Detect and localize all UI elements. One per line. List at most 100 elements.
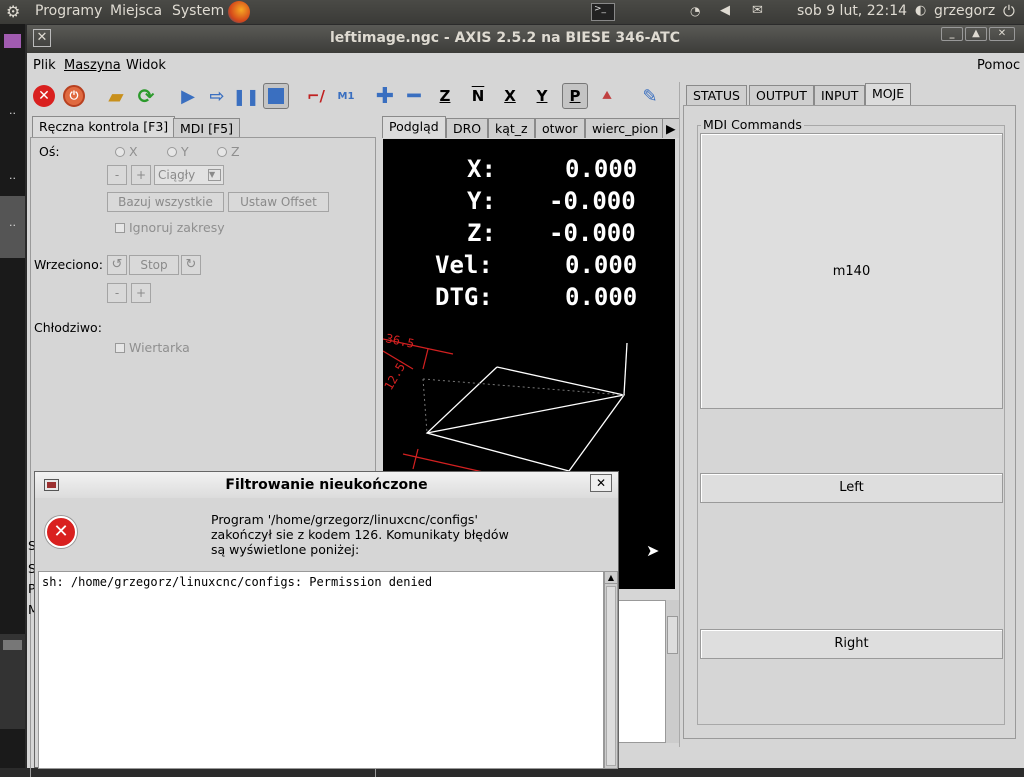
menu-applications[interactable]: Programy [35, 3, 102, 19]
mdi-left-button[interactable]: Left [700, 473, 1003, 503]
window-titlebar[interactable]: ✕ leftimage.ngc - AXIS 2.5.2 na BIESE 34… [27, 25, 1024, 53]
firefox-icon[interactable] [228, 1, 250, 23]
zoom-out-icon[interactable]: ━ [401, 83, 427, 109]
user-name[interactable]: grzegorz [934, 3, 995, 19]
zoom-in-icon[interactable]: ✚ [372, 83, 398, 109]
spindle-faster-button[interactable]: + [131, 283, 151, 303]
tab-status[interactable]: STATUS [686, 85, 747, 105]
mdi-m140-button[interactable]: m140 [700, 133, 1003, 409]
ubuntu-logo-icon[interactable]: ⚙ [6, 2, 20, 21]
tab-mdi[interactable]: MDI [F5] [173, 118, 240, 138]
extents-lines [422, 378, 625, 434]
clear-backplot-icon[interactable]: ✎ [637, 83, 663, 109]
axis-radio-x[interactable]: X [115, 144, 138, 159]
tab-otwor[interactable]: otwor [535, 118, 585, 138]
launcher-item[interactable]: .. [0, 84, 25, 144]
coolant-label: Chłodziwo: [34, 320, 102, 335]
tab-kat-z[interactable]: kąt_z [488, 118, 535, 138]
launcher-item[interactable] [0, 634, 25, 729]
launcher-app-icon[interactable] [0, 30, 25, 54]
jog-plus-button[interactable]: + [131, 165, 151, 185]
mist-checkbox[interactable]: Wiertarka [115, 340, 190, 355]
block-delete-icon[interactable]: ⌐/ [303, 83, 329, 109]
dialog-menu-icon[interactable] [44, 479, 59, 491]
view-y-icon[interactable]: Y [529, 83, 555, 109]
axis-label: Oś: [39, 144, 60, 159]
close-window-button[interactable]: ✕ [989, 27, 1015, 41]
tab-moje[interactable]: MOJE [865, 83, 912, 105]
step-icon[interactable]: ⇨ [204, 83, 230, 109]
run-icon[interactable]: ▶ [175, 83, 201, 109]
open-file-icon[interactable]: ▰ [103, 83, 129, 109]
user-icon[interactable]: ◐ [915, 3, 926, 18]
mouse-cursor-icon: ➤ [646, 541, 660, 560]
gcode-scrollbar[interactable] [665, 600, 679, 743]
toolbar: ✕ ⏻ ▰ ⟳ ▶ ⇨ ❚❚ ⌐/ M1 ✚ ━ Z N X Y P ⯅ ✎ [27, 77, 677, 113]
jog-mode-select[interactable]: Ciągły ▼ [154, 165, 224, 185]
dro-value: 0.000 [565, 155, 638, 183]
stop-icon[interactable] [263, 83, 289, 109]
spindle-cw-icon[interactable]: ↻ [181, 255, 201, 275]
menubar: Plik Maszyna Widok Pomoc [27, 53, 1024, 77]
power-icon[interactable]: ⏻ [1003, 2, 1015, 20]
menu-help[interactable]: Pomoc [977, 58, 1020, 73]
home-all-button[interactable]: Bazuj wszystkie [107, 192, 224, 212]
tab-input[interactable]: INPUT [814, 85, 866, 105]
minimize-button[interactable]: _ [941, 27, 963, 41]
error-log-scrollbar[interactable]: ▲ [604, 571, 618, 769]
radio-indicator [167, 147, 177, 157]
dialog-titlebar[interactable]: Filtrowanie nieukończone ✕ [35, 472, 618, 498]
tab-scroll-right-icon[interactable]: ▶ [662, 118, 680, 138]
axis-radio-z[interactable]: Z [217, 144, 240, 159]
reload-icon[interactable]: ⟳ [133, 83, 159, 109]
tab-wierc-pion[interactable]: wierc_pion [585, 118, 666, 138]
tab-preview[interactable]: Podgląd [382, 116, 446, 138]
mail-icon[interactable]: ✉ [752, 3, 763, 18]
machine-power-icon[interactable]: ⏻ [61, 83, 87, 109]
error-icon: ✕ [45, 516, 77, 548]
view-z-icon[interactable]: Z [432, 83, 458, 109]
error-log-text: sh: /home/grzegorz/linuxcnc/configs: Per… [42, 575, 433, 589]
dro-value: 0.000 [565, 251, 638, 279]
spindle-slower-button[interactable]: - [107, 283, 127, 303]
volume-icon[interactable]: ◀ [720, 3, 730, 18]
chevron-down-icon: ▼ [208, 169, 221, 181]
optional-stop-icon[interactable]: M1 [333, 83, 359, 109]
mdi-right-button[interactable]: Right [700, 629, 1003, 659]
terminal-icon[interactable]: >_ [591, 3, 615, 21]
menu-machine[interactable]: Maszyna [64, 58, 121, 73]
toolpath [425, 342, 628, 472]
scroll-up-icon[interactable]: ▲ [605, 572, 617, 584]
menu-places[interactable]: Miejsca [110, 3, 162, 19]
estop-icon[interactable]: ✕ [31, 83, 57, 109]
ignore-limits-checkbox[interactable]: Ignoruj zakresy [115, 220, 225, 235]
view-p-icon[interactable]: P [562, 83, 588, 109]
launcher-item-active[interactable]: .. [0, 196, 25, 258]
tab-dro[interactable]: DRO [446, 118, 489, 138]
checkbox-box [115, 343, 125, 353]
spindle-stop-button[interactable]: Stop [129, 255, 179, 275]
axis-radio-y[interactable]: Y [167, 144, 189, 159]
window-title: leftimage.ngc - AXIS 2.5.2 na BIESE 346-… [330, 30, 680, 46]
set-offset-button[interactable]: Ustaw Offset [228, 192, 329, 212]
scrollbar-thumb[interactable] [667, 616, 678, 654]
scrollbar-thumb[interactable] [606, 586, 616, 766]
clock[interactable]: sob 9 lut, 22:14 [797, 3, 907, 19]
error-log[interactable]: sh: /home/grzegorz/linuxcnc/configs: Per… [38, 571, 604, 769]
view-z2-icon[interactable]: N [465, 83, 491, 109]
network-icon[interactable]: ◔ [690, 4, 700, 18]
window-menu-icon[interactable]: ✕ [33, 29, 51, 47]
menu-system[interactable]: System [172, 3, 224, 19]
maximize-button[interactable]: ▲ [965, 27, 987, 41]
menu-view[interactable]: Widok [126, 58, 166, 73]
spindle-ccw-icon[interactable]: ↺ [107, 255, 127, 275]
tab-output[interactable]: OUTPUT [749, 85, 814, 105]
pause-icon[interactable]: ❚❚ [233, 83, 260, 109]
menu-file[interactable]: Plik [33, 58, 56, 73]
rotate-view-icon[interactable]: ⯅ [594, 83, 620, 109]
view-x-icon[interactable]: X [497, 83, 523, 109]
dro-label: Y: [467, 187, 496, 215]
tab-manual-control[interactable]: Ręczna kontrola [F3] [32, 116, 176, 138]
dialog-close-button[interactable]: ✕ [590, 474, 612, 492]
jog-minus-button[interactable]: - [107, 165, 127, 185]
